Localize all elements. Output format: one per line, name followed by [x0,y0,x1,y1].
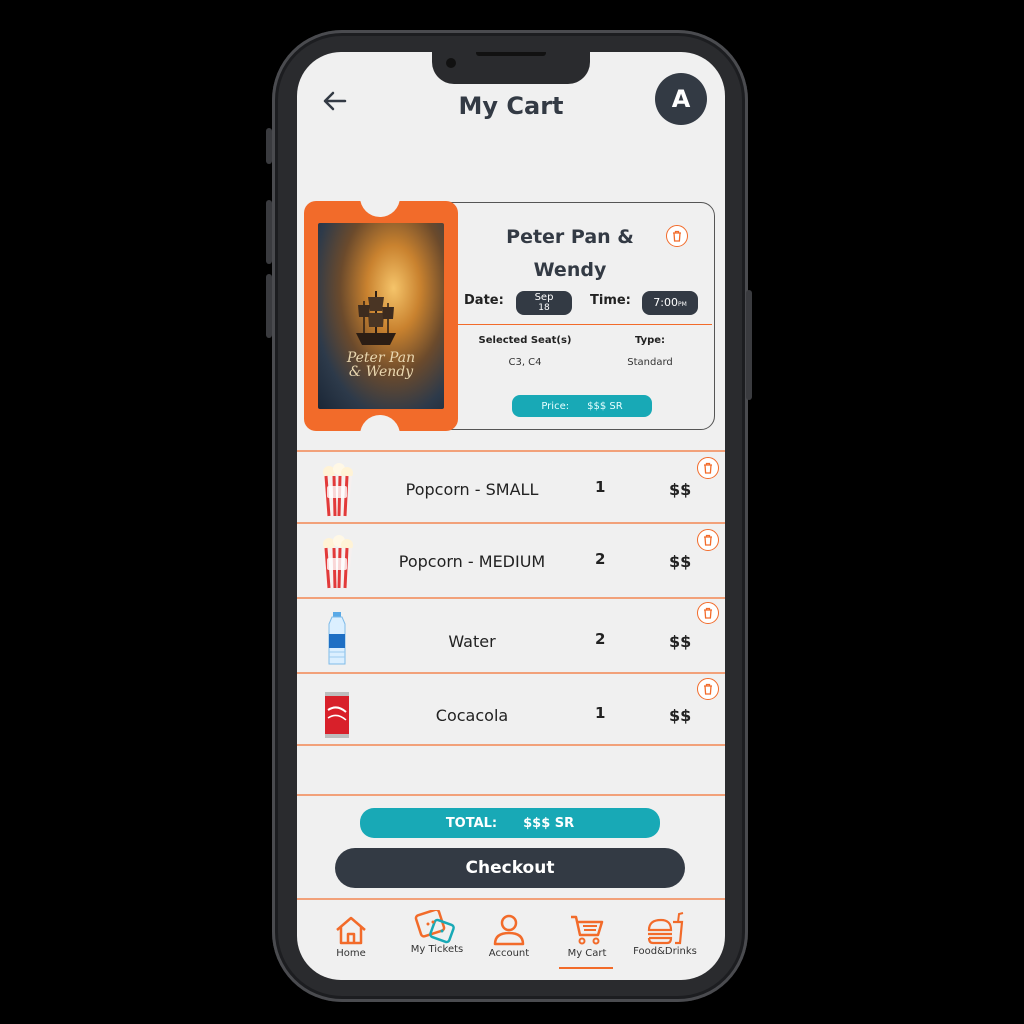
nav-label: Food&Drinks [633,946,697,957]
item-price: $$ [669,706,692,725]
seats-value: C3, C4 [508,357,542,368]
trash-icon [704,607,712,619]
divider [297,597,725,599]
home-icon [336,916,366,945]
cart-item: Water 2 $$ [297,602,725,672]
divider [297,794,725,796]
item-qty: 1 [595,478,606,496]
screen: My Cart A Peter Pan & Wendy Peter Pan & … [297,52,725,980]
notch [432,52,590,84]
divider [297,450,725,452]
nav-label: My Tickets [410,944,464,955]
cart-item: Popcorn - MEDIUM 2 $$ [297,526,725,596]
movie-name: Peter Pan & Wendy [506,226,634,281]
item-name: Popcorn - SMALL [405,480,539,499]
tickets-icon [414,910,455,944]
cart-item: Cocacola 1 $$ [297,678,725,748]
item-name: Popcorn - MEDIUM [398,552,546,571]
total-badge: TOTAL: $$$ SR [360,808,660,838]
poster-title: Peter Pan & Wendy [346,350,416,380]
checkout-button[interactable]: Checkout [335,848,685,888]
active-tab-indicator [559,967,613,969]
nav-home[interactable]: Home [311,914,391,959]
type-label: Type: [634,335,666,346]
delete-item-button[interactable] [697,678,719,700]
trash-icon [704,534,712,546]
time-value: 7:00PM [642,291,698,315]
date-value: Sep 18 [516,291,572,315]
cart-icon [571,915,604,945]
delete-item-button[interactable] [697,457,719,479]
type-value: Standard [627,357,673,368]
item-qty: 2 [595,630,606,648]
item-qty: 1 [595,704,606,722]
item-price: $$ [669,480,692,499]
delete-item-button[interactable] [697,602,719,624]
popcorn-icon [322,535,353,589]
phone-side-button [266,128,272,164]
water-bottle-icon [328,612,346,665]
card-divider [458,324,712,325]
ticket-frame: Peter Pan & Wendy [304,195,458,437]
phone-side-button [266,274,272,338]
phone-side-button [266,200,272,264]
nav-my-cart[interactable]: My Cart [547,914,627,959]
nav-my-tickets[interactable]: My Tickets [397,910,477,955]
delete-item-button[interactable] [697,529,719,551]
nav-label: Home [336,948,366,959]
price-badge: Price: $$$ SR [512,395,652,417]
avatar[interactable]: A [655,73,707,125]
seats-label: Selected Seat(s) [478,335,572,346]
trash-icon [704,683,712,695]
movie-poster: Peter Pan & Wendy [318,223,444,409]
trash-icon [673,230,681,242]
nav-account[interactable]: Account [469,914,549,959]
nav-label: My Cart [567,948,607,959]
item-price: $$ [669,632,692,651]
divider [297,898,725,900]
account-icon [493,914,525,946]
delete-ticket-button[interactable] [666,225,688,247]
time-label: Time: [590,293,631,308]
trash-icon [704,462,712,474]
popcorn-icon [322,463,353,517]
divider [297,672,725,674]
nav-food-drinks[interactable]: Food&Drinks [625,912,705,957]
soda-can-icon [325,692,349,738]
phone-side-button [746,290,752,400]
item-name: Cocacola [435,706,509,725]
movie-ticket-card: Peter Pan & Wendy Peter Pan & Wendy Date:… [304,195,715,437]
item-qty: 2 [595,550,606,568]
ship-icon [356,291,396,345]
item-price: $$ [669,552,692,571]
nav-label: Account [488,948,530,959]
date-label: Date: [464,293,504,308]
item-name: Water [448,632,496,651]
food-drinks-icon [647,912,684,945]
cart-item: Popcorn - SMALL 1 $$ [297,454,725,524]
